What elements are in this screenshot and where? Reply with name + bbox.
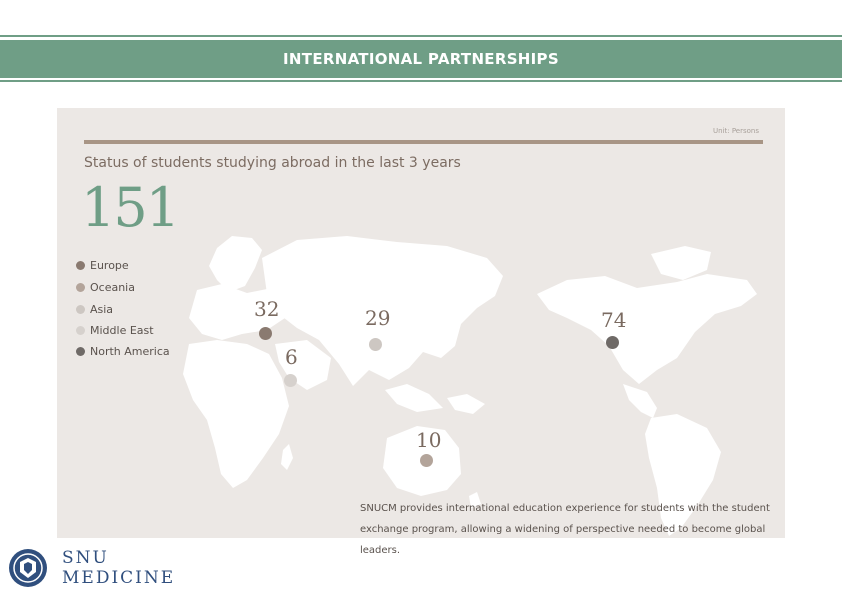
region-value-middle-east: 6 bbox=[285, 345, 298, 369]
region-marker-middle-east bbox=[284, 374, 297, 387]
region-marker-oceania bbox=[420, 454, 433, 467]
region-marker-north-america bbox=[606, 336, 619, 349]
statistics-panel: Unit: Persons Status of students studyin… bbox=[57, 108, 785, 556]
banner-top-line bbox=[0, 35, 842, 37]
legend-label: Asia bbox=[90, 303, 114, 316]
logo-line-medicine: MEDICINE bbox=[62, 568, 176, 588]
legend-swatch bbox=[76, 283, 85, 292]
legend-swatch bbox=[76, 305, 85, 314]
university-seal-icon bbox=[9, 549, 47, 587]
region-value-asia: 29 bbox=[365, 306, 391, 330]
section-title: INTERNATIONAL PARTNERSHIPS bbox=[283, 50, 559, 68]
snu-medicine-logo: SNU MEDICINE bbox=[8, 548, 175, 588]
description-text: SNUCM provides international education e… bbox=[360, 503, 770, 556]
region-value-oceania: 10 bbox=[416, 428, 442, 452]
legend-item: Middle East bbox=[76, 324, 154, 337]
section-banner: INTERNATIONAL PARTNERSHIPS bbox=[0, 40, 842, 78]
legend-label: Europe bbox=[90, 259, 129, 272]
logo-line-snu: SNU bbox=[62, 548, 109, 568]
legend-label: Oceania bbox=[90, 281, 135, 294]
legend-label: Middle East bbox=[90, 324, 154, 337]
legend-item: Asia bbox=[76, 303, 113, 316]
legend-swatch bbox=[76, 347, 85, 356]
legend-swatch bbox=[76, 326, 85, 335]
legend-item: Oceania bbox=[76, 281, 135, 294]
world-map bbox=[183, 236, 757, 536]
region-marker-europe bbox=[259, 327, 272, 340]
legend-item: North America bbox=[76, 345, 170, 358]
legend-item: Europe bbox=[76, 259, 129, 272]
region-value-north-america: 74 bbox=[601, 308, 627, 332]
region-marker-asia bbox=[369, 338, 382, 351]
region-value-europe: 32 bbox=[254, 297, 280, 321]
legend-swatch bbox=[76, 261, 85, 270]
banner-bottom-line bbox=[0, 80, 842, 82]
legend-label: North America bbox=[90, 345, 170, 358]
